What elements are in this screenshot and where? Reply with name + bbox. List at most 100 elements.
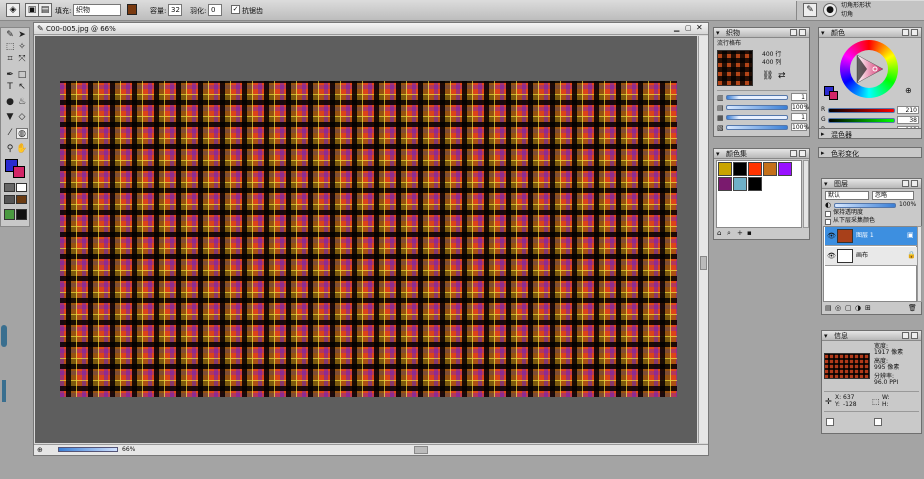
brush-tool-icon[interactable]: ✎	[4, 30, 16, 41]
fabric-slider-1[interactable]	[726, 95, 788, 100]
paint-bucket-tool-icon[interactable]: ▼	[4, 112, 16, 123]
navigator-icon[interactable]: ⊕	[37, 446, 43, 454]
delete-layer-icon[interactable]: 🗑	[908, 304, 917, 312]
panel-arrow-icon[interactable]: ▾	[716, 29, 720, 37]
color-swatch[interactable]	[718, 162, 732, 176]
fabric-slider-4[interactable]	[726, 125, 788, 130]
opacity-field[interactable]: 32	[168, 4, 182, 16]
look-selector-icon[interactable]	[16, 209, 27, 220]
panel-close-icon[interactable]	[911, 29, 918, 36]
brush-variant-bottom[interactable]: 切角	[841, 11, 853, 19]
color-swatch[interactable]	[748, 162, 762, 176]
crop-icon[interactable]: ⌗	[4, 54, 16, 65]
new-group-icon[interactable]: ▢	[845, 304, 852, 312]
layer-adjuster-icon[interactable]: ➤	[16, 30, 28, 41]
zoom-slider[interactable]	[58, 447, 118, 452]
panel-menu-icon[interactable]	[790, 150, 797, 157]
rectangle-shape-icon[interactable]: □	[16, 70, 28, 81]
brush-dab-icon[interactable]: ●	[823, 3, 837, 17]
layer-commands-icon[interactable]: ▤	[825, 304, 832, 312]
fill-mode-icon[interactable]: ▣	[25, 3, 39, 17]
fabric-swap-icon[interactable]: ⇄	[778, 71, 786, 81]
close-icon[interactable]: ✕	[696, 23, 703, 32]
color-swatch[interactable]	[718, 177, 732, 191]
paint-bucket-icon[interactable]: ◈	[6, 3, 20, 17]
rectangle-select-icon[interactable]: ⬚	[4, 42, 16, 53]
panel-close-icon[interactable]	[799, 150, 806, 157]
shape-select-icon[interactable]: ↖	[16, 82, 28, 93]
mixer-panel-header[interactable]: ▸ 混色器	[818, 128, 922, 139]
red-value[interactable]: 210	[897, 106, 919, 114]
weave-selector-icon[interactable]	[16, 195, 27, 204]
saturation-triangle[interactable]	[855, 53, 885, 85]
color-set-remove-icon[interactable]: ▪	[747, 229, 752, 237]
panel-arrow-icon[interactable]: ▾	[716, 150, 720, 158]
tolerance-field[interactable]: 0	[208, 4, 222, 16]
pattern-selector-icon[interactable]	[4, 195, 15, 204]
panel-close-icon[interactable]	[911, 180, 918, 187]
fill-source-icon[interactable]: ▤	[38, 3, 52, 17]
layer-row-2[interactable]: 👁 画布 🔒	[825, 247, 917, 266]
minimize-icon[interactable]: ▁	[674, 24, 679, 32]
fill-preview-swatch[interactable]	[127, 4, 137, 15]
color-set-scrollbar[interactable]	[803, 160, 809, 228]
magic-wand-icon[interactable]: ✧	[16, 42, 28, 53]
color-swatch[interactable]	[733, 177, 747, 191]
clone-color-icon[interactable]: ⊕	[905, 86, 912, 95]
new-layer-icon[interactable]: ⊞	[865, 304, 871, 312]
side-dock-handle[interactable]	[1, 325, 7, 347]
fabric-value-2[interactable]: 100%	[791, 103, 809, 111]
brush-category-icon[interactable]: ✎	[803, 3, 817, 17]
canvas-area[interactable]	[35, 36, 697, 443]
magnifier-icon[interactable]: ⚲	[4, 144, 16, 155]
layer-lock-icon[interactable]: ▣	[907, 231, 914, 239]
secondary-color-swatch[interactable]	[829, 91, 838, 100]
hue-ring[interactable]	[840, 40, 898, 98]
green-slider[interactable]	[828, 118, 895, 123]
layer-row-1[interactable]: 👁 图层 1 ▣	[825, 227, 917, 246]
maximize-icon[interactable]: ▢	[685, 24, 692, 32]
blend-mode-select[interactable]: 默认	[825, 191, 869, 200]
color-swatch[interactable]	[733, 162, 747, 176]
panel-menu-icon[interactable]	[902, 180, 909, 187]
gradient-selector-icon[interactable]	[16, 183, 27, 192]
panel-menu-icon[interactable]	[902, 29, 909, 36]
preserve-transparency-checkbox[interactable]	[825, 211, 831, 217]
color-swatch[interactable]	[763, 162, 777, 176]
pick-up-color-checkbox[interactable]	[825, 219, 831, 225]
color-set-library-icon[interactable]: ⌂	[717, 229, 721, 237]
red-slider[interactable]	[828, 108, 895, 113]
panel-menu-icon[interactable]	[790, 29, 797, 36]
color-swatch[interactable]	[748, 177, 762, 191]
additional-color-swatch[interactable]	[13, 166, 25, 178]
side-dock-handle-2[interactable]	[2, 380, 6, 402]
color-set-add-icon[interactable]: +	[737, 229, 743, 237]
layer-list-scrollbar[interactable]	[917, 226, 922, 302]
horizontal-scrollbar[interactable]: ⊕ 66%	[34, 444, 708, 455]
paper-selector-icon[interactable]	[4, 183, 15, 192]
fabric-value-4[interactable]: 100%	[791, 123, 809, 131]
composite-select[interactable]: 忽略	[872, 191, 914, 200]
dropper-icon[interactable]: ⁄	[4, 128, 16, 139]
panel-menu-icon[interactable]	[902, 332, 909, 339]
green-value[interactable]: 38	[897, 116, 919, 124]
antialias-checkbox[interactable]: ✓	[231, 5, 240, 14]
smudge-icon[interactable]: ●	[4, 97, 16, 108]
brush-variant-top[interactable]: 切角形形状	[841, 2, 871, 10]
color-set-search-icon[interactable]: ⌕	[727, 229, 731, 238]
transform-icon[interactable]: ⤧	[16, 54, 28, 65]
panel-close-icon[interactable]	[911, 332, 918, 339]
layer-opacity-slider[interactable]	[834, 203, 896, 208]
fill-select[interactable]: 织物	[73, 4, 121, 16]
rubber-stamp-icon[interactable]: ♨	[16, 97, 28, 108]
eraser-icon[interactable]: ◇	[16, 112, 28, 123]
visibility-eye-icon[interactable]: 👁	[827, 252, 836, 260]
dynamic-plugins-icon[interactable]: ◎	[835, 304, 841, 312]
panel-close-icon[interactable]	[799, 29, 806, 36]
color-variation-header[interactable]: ▸ 色彩变化	[818, 147, 922, 158]
pen-icon[interactable]: ✒	[4, 70, 16, 81]
color-swatch[interactable]	[778, 162, 792, 176]
fabric-value-1[interactable]: 1	[791, 93, 807, 101]
panel-arrow-icon[interactable]: ▾	[824, 332, 828, 340]
fabric-value-3[interactable]: 1	[791, 113, 807, 121]
